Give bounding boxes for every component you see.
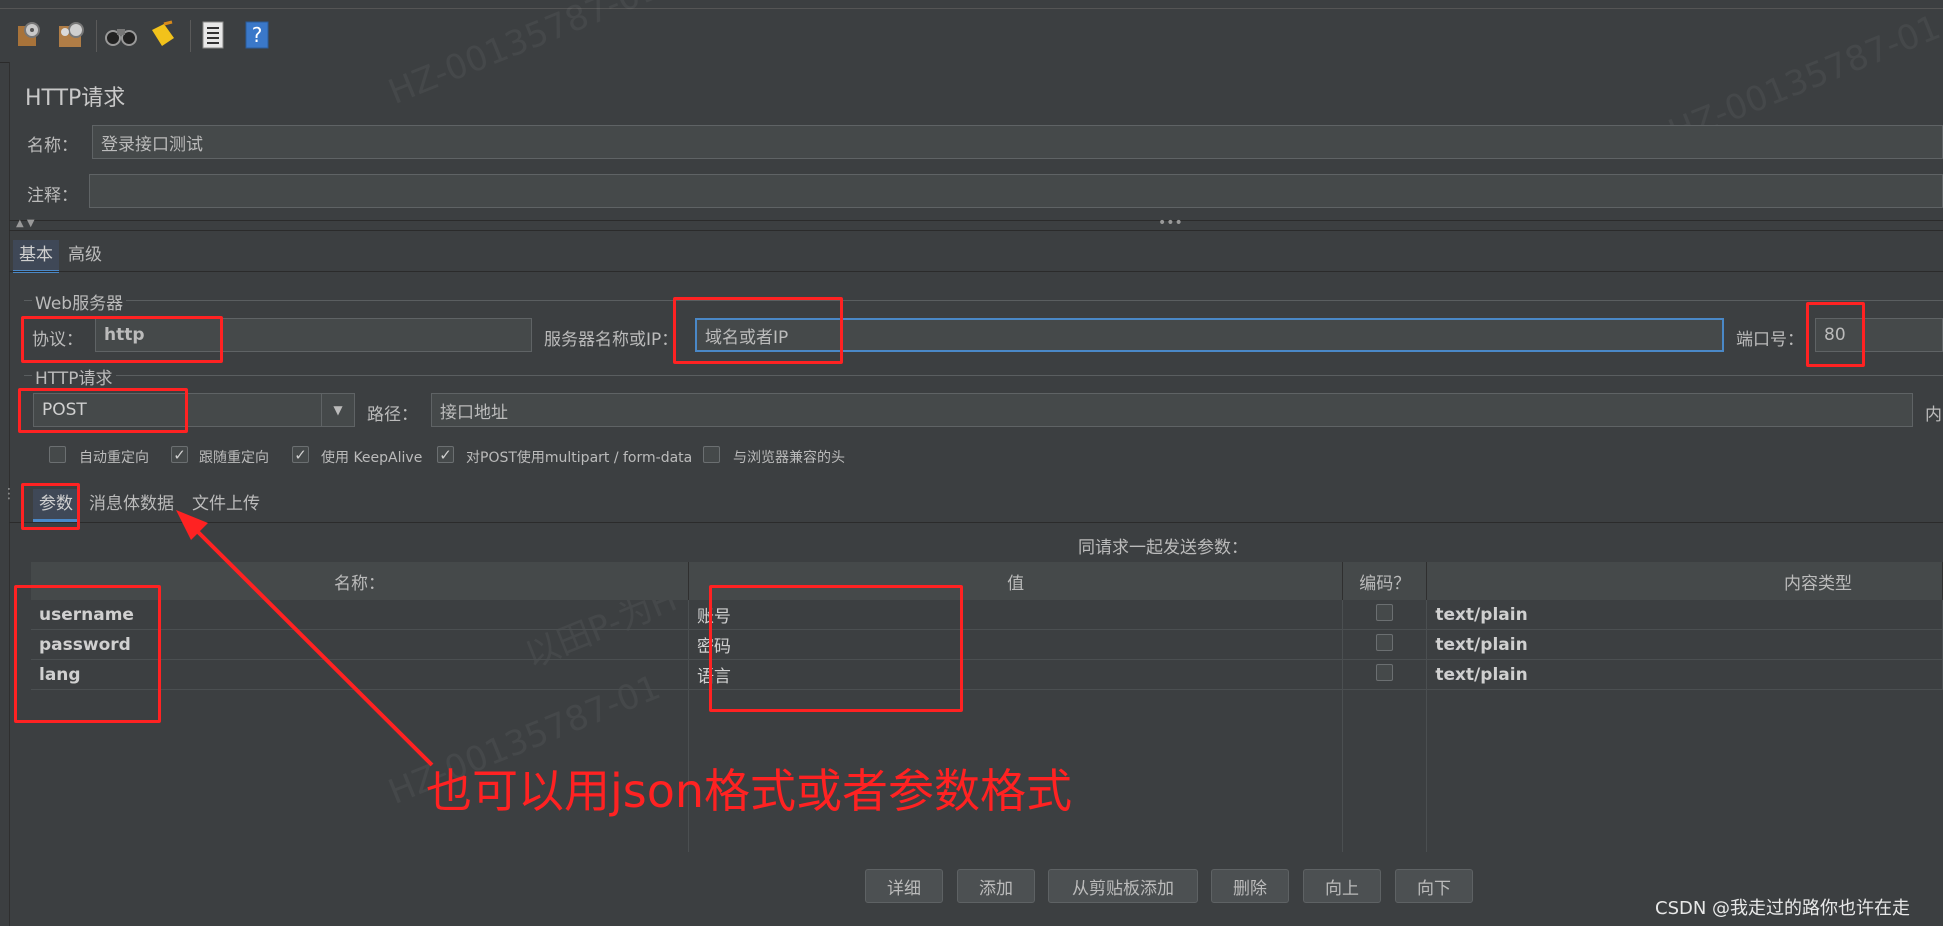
- annotation-text: 也可以用json格式或者参数格式: [426, 764, 1073, 818]
